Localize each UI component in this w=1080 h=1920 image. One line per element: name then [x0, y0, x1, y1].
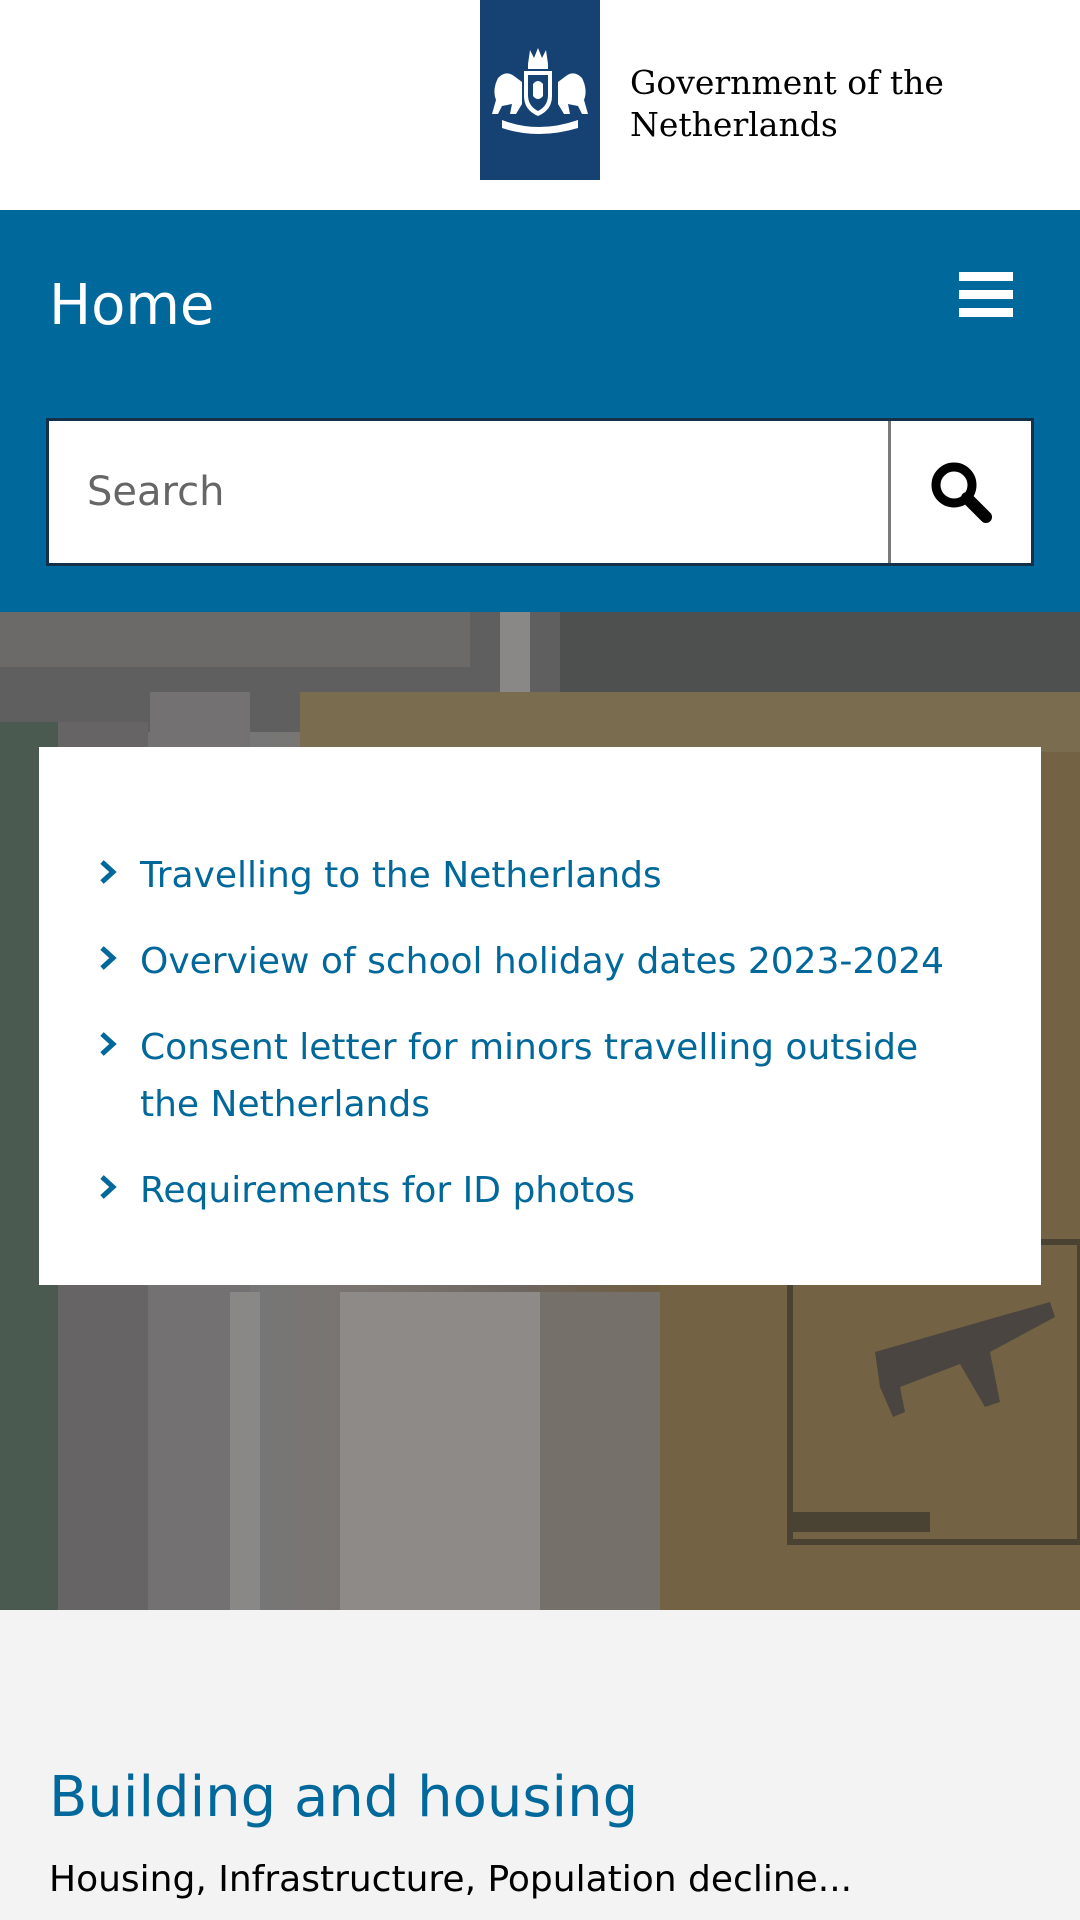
link-id-photo-requirements[interactable]: Requirements for ID photos [140, 1170, 635, 1211]
chevron-right-icon [100, 946, 117, 970]
link-school-holiday-dates[interactable]: Overview of school holiday dates 2023-20… [140, 941, 944, 982]
link-consent-letter-minors[interactable]: Consent letter for minors travelling out… [140, 1027, 918, 1125]
link-travelling-to-the-netherlands[interactable]: Travelling to the Netherlands [140, 855, 662, 896]
menu-bar [959, 308, 1013, 317]
hamburger-menu-icon[interactable] [946, 260, 1018, 326]
coat-of-arms-icon[interactable] [480, 0, 600, 180]
site-header: Home [0, 210, 1080, 612]
menu-bar [959, 272, 1013, 281]
page-title[interactable]: Home [49, 266, 214, 346]
search-form [46, 418, 1034, 566]
search-button[interactable] [888, 421, 1031, 563]
popular-links-panel: Travelling to the Netherlands Overview o… [39, 747, 1041, 1285]
logo-bar: Government of the Netherlands [0, 0, 1080, 210]
magnifier-icon [931, 462, 992, 523]
search-input[interactable] [49, 421, 888, 563]
menu-bar [959, 290, 1013, 299]
hero-section: Travelling to the Netherlands Overview o… [0, 612, 1080, 1610]
category-title-link[interactable]: Building and housing [49, 1760, 638, 1836]
category-description: Housing, Infrastructure, Population decl… [49, 1859, 853, 1900]
logo-line-2: Netherlands [630, 105, 838, 144]
list-item: Overview of school holiday dates 2023-20… [39, 933, 1041, 990]
popular-links-list: Travelling to the Netherlands Overview o… [39, 847, 1041, 1248]
list-item: Consent letter for minors travelling out… [39, 1019, 1041, 1133]
logo-line-1: Government of the [630, 63, 944, 102]
list-item: Travelling to the Netherlands [39, 847, 1041, 904]
chevron-right-icon [100, 1175, 117, 1199]
chevron-right-icon [100, 1032, 117, 1056]
logo-wordmark[interactable]: Government of the Netherlands [630, 62, 944, 146]
chevron-right-icon [100, 860, 117, 884]
list-item: Requirements for ID photos [39, 1162, 1041, 1219]
category-section: Building and housing Housing, Infrastruc… [0, 1610, 1080, 1920]
